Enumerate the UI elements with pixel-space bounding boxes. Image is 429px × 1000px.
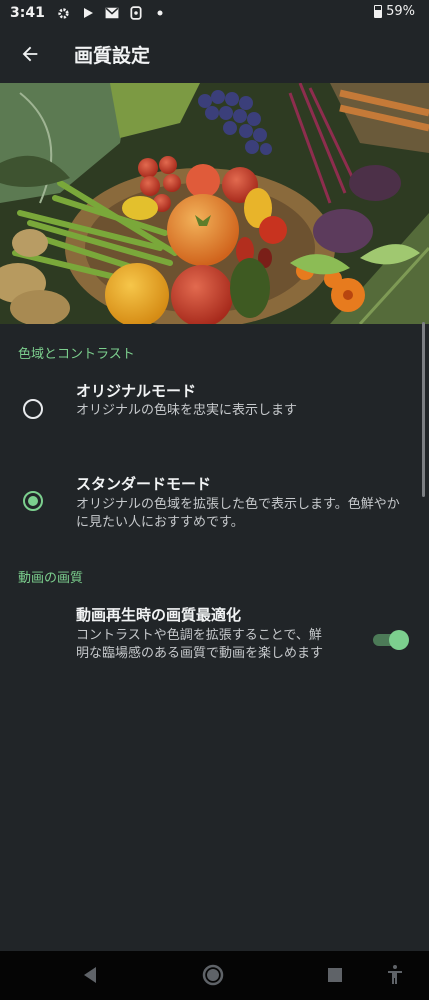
radio-original-mode[interactable] <box>23 399 43 419</box>
video-optimization-toggle[interactable] <box>373 630 409 650</box>
notification-dot-icon <box>153 6 167 20</box>
scrollbar[interactable] <box>422 322 425 497</box>
back-button[interactable] <box>6 30 54 78</box>
option-description: オリジナルの色味を忠実に表示します <box>76 403 298 418</box>
option-description: オリジナルの色域を拡張した色で表示します。色鮮やかに見たい人におすすめです。 <box>76 497 400 530</box>
nav-back-button[interactable] <box>78 963 102 987</box>
arrow-back-icon <box>22 46 38 62</box>
radio-standard-mode[interactable] <box>23 491 43 511</box>
nav-accessibility-button[interactable] <box>383 963 407 987</box>
section-header-video-quality: 動画の画質 <box>18 571 84 586</box>
settings-gear-icon <box>57 6 71 20</box>
option-original-mode[interactable]: オリジナルモード オリジナルの色味を忠実に表示します <box>0 372 429 448</box>
option-title: 動画再生時の画質最適化 <box>76 606 242 624</box>
status-icons <box>57 6 167 20</box>
app-bar: 画質設定 <box>0 26 429 82</box>
battery-icon <box>374 5 383 18</box>
recents-square-icon <box>328 968 342 982</box>
ring-app-icon <box>129 6 143 20</box>
home-circle-icon <box>202 964 224 986</box>
accessibility-icon <box>388 965 402 984</box>
nav-recents-button[interactable] <box>323 963 347 987</box>
option-video-optimization[interactable]: 動画再生時の画質最適化 コントラストや色調を拡張することで、鮮明な臨場感のある画… <box>0 596 429 686</box>
status-time: 3:41 <box>10 5 45 21</box>
option-standard-mode[interactable]: スタンダードモード オリジナルの色域を拡張した色で表示します。色鮮やかに見たい人… <box>0 465 429 545</box>
battery-indicator: 59% <box>374 4 415 19</box>
gmail-icon <box>105 6 119 20</box>
option-title: スタンダードモード <box>76 475 212 493</box>
status-bar: 3:41 59% <box>0 0 429 26</box>
play-store-icon <box>81 6 95 20</box>
toggle-thumb <box>389 630 409 650</box>
preview-image <box>0 83 429 324</box>
section-header-color-gamut: 色域とコントラスト <box>18 347 135 362</box>
page-title: 画質設定 <box>74 44 151 67</box>
back-triangle-icon <box>84 967 96 983</box>
nav-home-button[interactable] <box>201 963 225 987</box>
navigation-bar <box>0 951 429 1000</box>
battery-percent: 59% <box>386 4 415 19</box>
option-title: オリジナルモード <box>76 382 197 400</box>
option-description: コントラストや色調を拡張することで、鮮明な臨場感のある画質で動画を楽しめます <box>76 628 324 661</box>
